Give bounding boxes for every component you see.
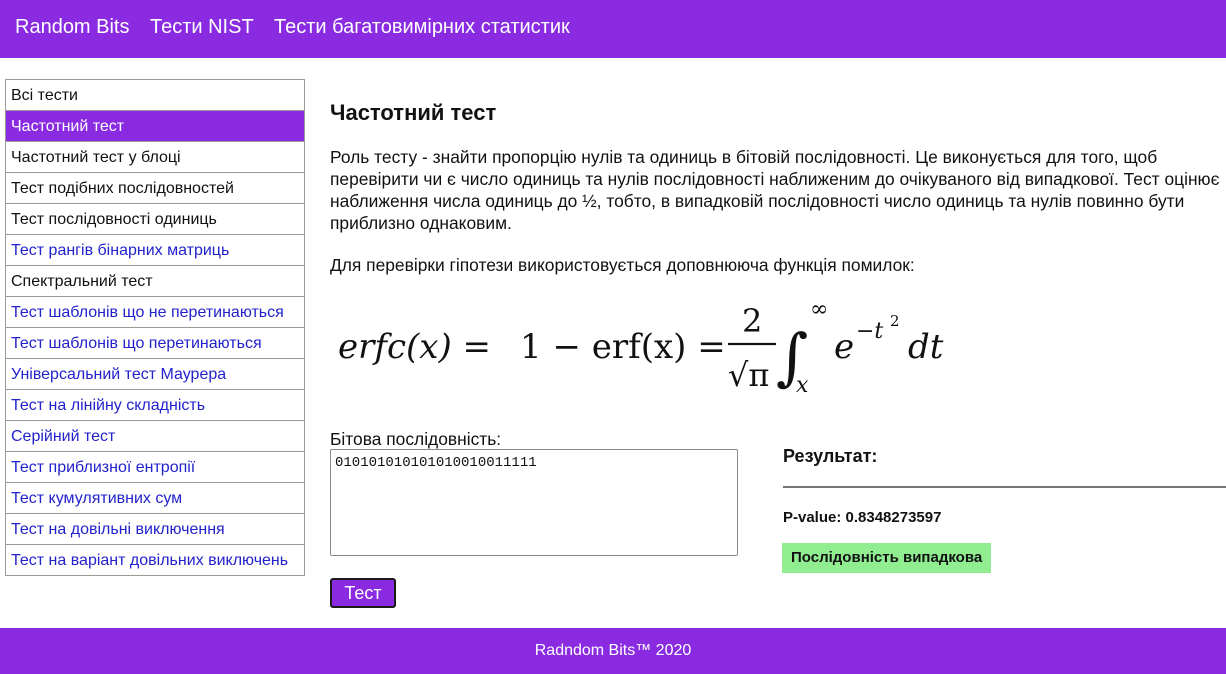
sidebar-item-maurer-universal-test[interactable]: Універсальний тест Маурера bbox=[6, 359, 304, 390]
sidebar-item-random-excursions-test[interactable]: Тест на довільні виключення bbox=[6, 514, 304, 545]
nav-nist-tests-link[interactable]: Тести NIST bbox=[150, 16, 254, 39]
top-navbar: Random Bits Тести NIST Тести багатовимір… bbox=[0, 0, 1226, 58]
formula-denominator: √π bbox=[728, 356, 769, 394]
nav-brand-link[interactable]: Random Bits bbox=[15, 16, 130, 39]
formula-exponent: −t bbox=[856, 319, 883, 344]
verdict-badge: Послідовність випадкова bbox=[782, 543, 992, 573]
formula-numerator: 2 bbox=[742, 302, 762, 340]
formula-lhs: erfc(x) = bbox=[338, 327, 491, 367]
page-footer: Radndom Bits™ 2020 bbox=[0, 628, 1226, 674]
formula-one-minus-erf: 1 − erf(x) = bbox=[520, 327, 726, 367]
sidebar-item-block-frequency-test[interactable]: Частотний тест у блоці bbox=[6, 142, 304, 173]
bit-sequence-input[interactable]: 010101010101010010011111 bbox=[330, 449, 738, 556]
sidebar-item-longest-run-test[interactable]: Тест послідовності одиниць bbox=[6, 204, 304, 235]
sidebar-item-frequency-test[interactable]: Частотний тест bbox=[6, 111, 304, 142]
formula-exponent-power: 2 bbox=[890, 312, 900, 330]
sidebar-item-spectral-test[interactable]: Спектральний тест bbox=[6, 266, 304, 297]
sidebar-item-serial-test[interactable]: Серійний тест bbox=[6, 421, 304, 452]
formula-hint: Для перевірки гіпотези використовується … bbox=[330, 255, 915, 275]
sidebar-item-random-excursions-variant-test[interactable]: Тест на варіант довільних виключень bbox=[6, 545, 304, 575]
sidebar-item-runs-similar-test[interactable]: Тест подібних послідовностей bbox=[6, 173, 304, 204]
sidebar-item-non-overlapping-template-test[interactable]: Тест шаблонів що не перетинаються bbox=[6, 297, 304, 328]
result-title: Результат: bbox=[783, 446, 878, 466]
test-description: Роль тесту - знайти пропорцію нулів та о… bbox=[330, 147, 1220, 233]
formula-exp-base: e bbox=[834, 327, 854, 367]
sidebar-item-linear-complexity-test[interactable]: Тест на лінійну складність bbox=[6, 390, 304, 421]
sidebar-item-approximate-entropy-test[interactable]: Тест приблизної ентропії bbox=[6, 452, 304, 483]
result-divider bbox=[783, 486, 1226, 488]
tests-sidebar: Всі тести Частотний тест Частотний тест … bbox=[5, 79, 305, 576]
sidebar-item-all-tests[interactable]: Всі тести bbox=[6, 80, 304, 111]
nav-multivariate-tests-link[interactable]: Тести багатовимірних статистик bbox=[274, 16, 570, 39]
erfc-formula-image: erfc(x) = 1 − erf(x) = 2 √π ∫ ∞ x e −t 2… bbox=[330, 296, 970, 400]
formula-lower-limit: x bbox=[796, 373, 809, 398]
sidebar-item-binary-matrix-rank-test[interactable]: Тест рангів бінарних матриць bbox=[6, 235, 304, 266]
run-test-button[interactable]: Тест bbox=[330, 578, 396, 608]
sequence-label: Бітова послідовність: bbox=[330, 429, 502, 449]
sidebar-item-cumulative-sums-test[interactable]: Тест кумулятивних сум bbox=[6, 483, 304, 514]
formula-upper-limit: ∞ bbox=[810, 297, 828, 322]
sidebar-item-overlapping-template-test[interactable]: Тест шаблонів що перетинаються bbox=[6, 328, 304, 359]
formula-dt: dt bbox=[908, 327, 944, 367]
pvalue-text: P-value: 0.8348273597 bbox=[783, 509, 942, 526]
page-title: Частотний тест bbox=[330, 100, 497, 125]
